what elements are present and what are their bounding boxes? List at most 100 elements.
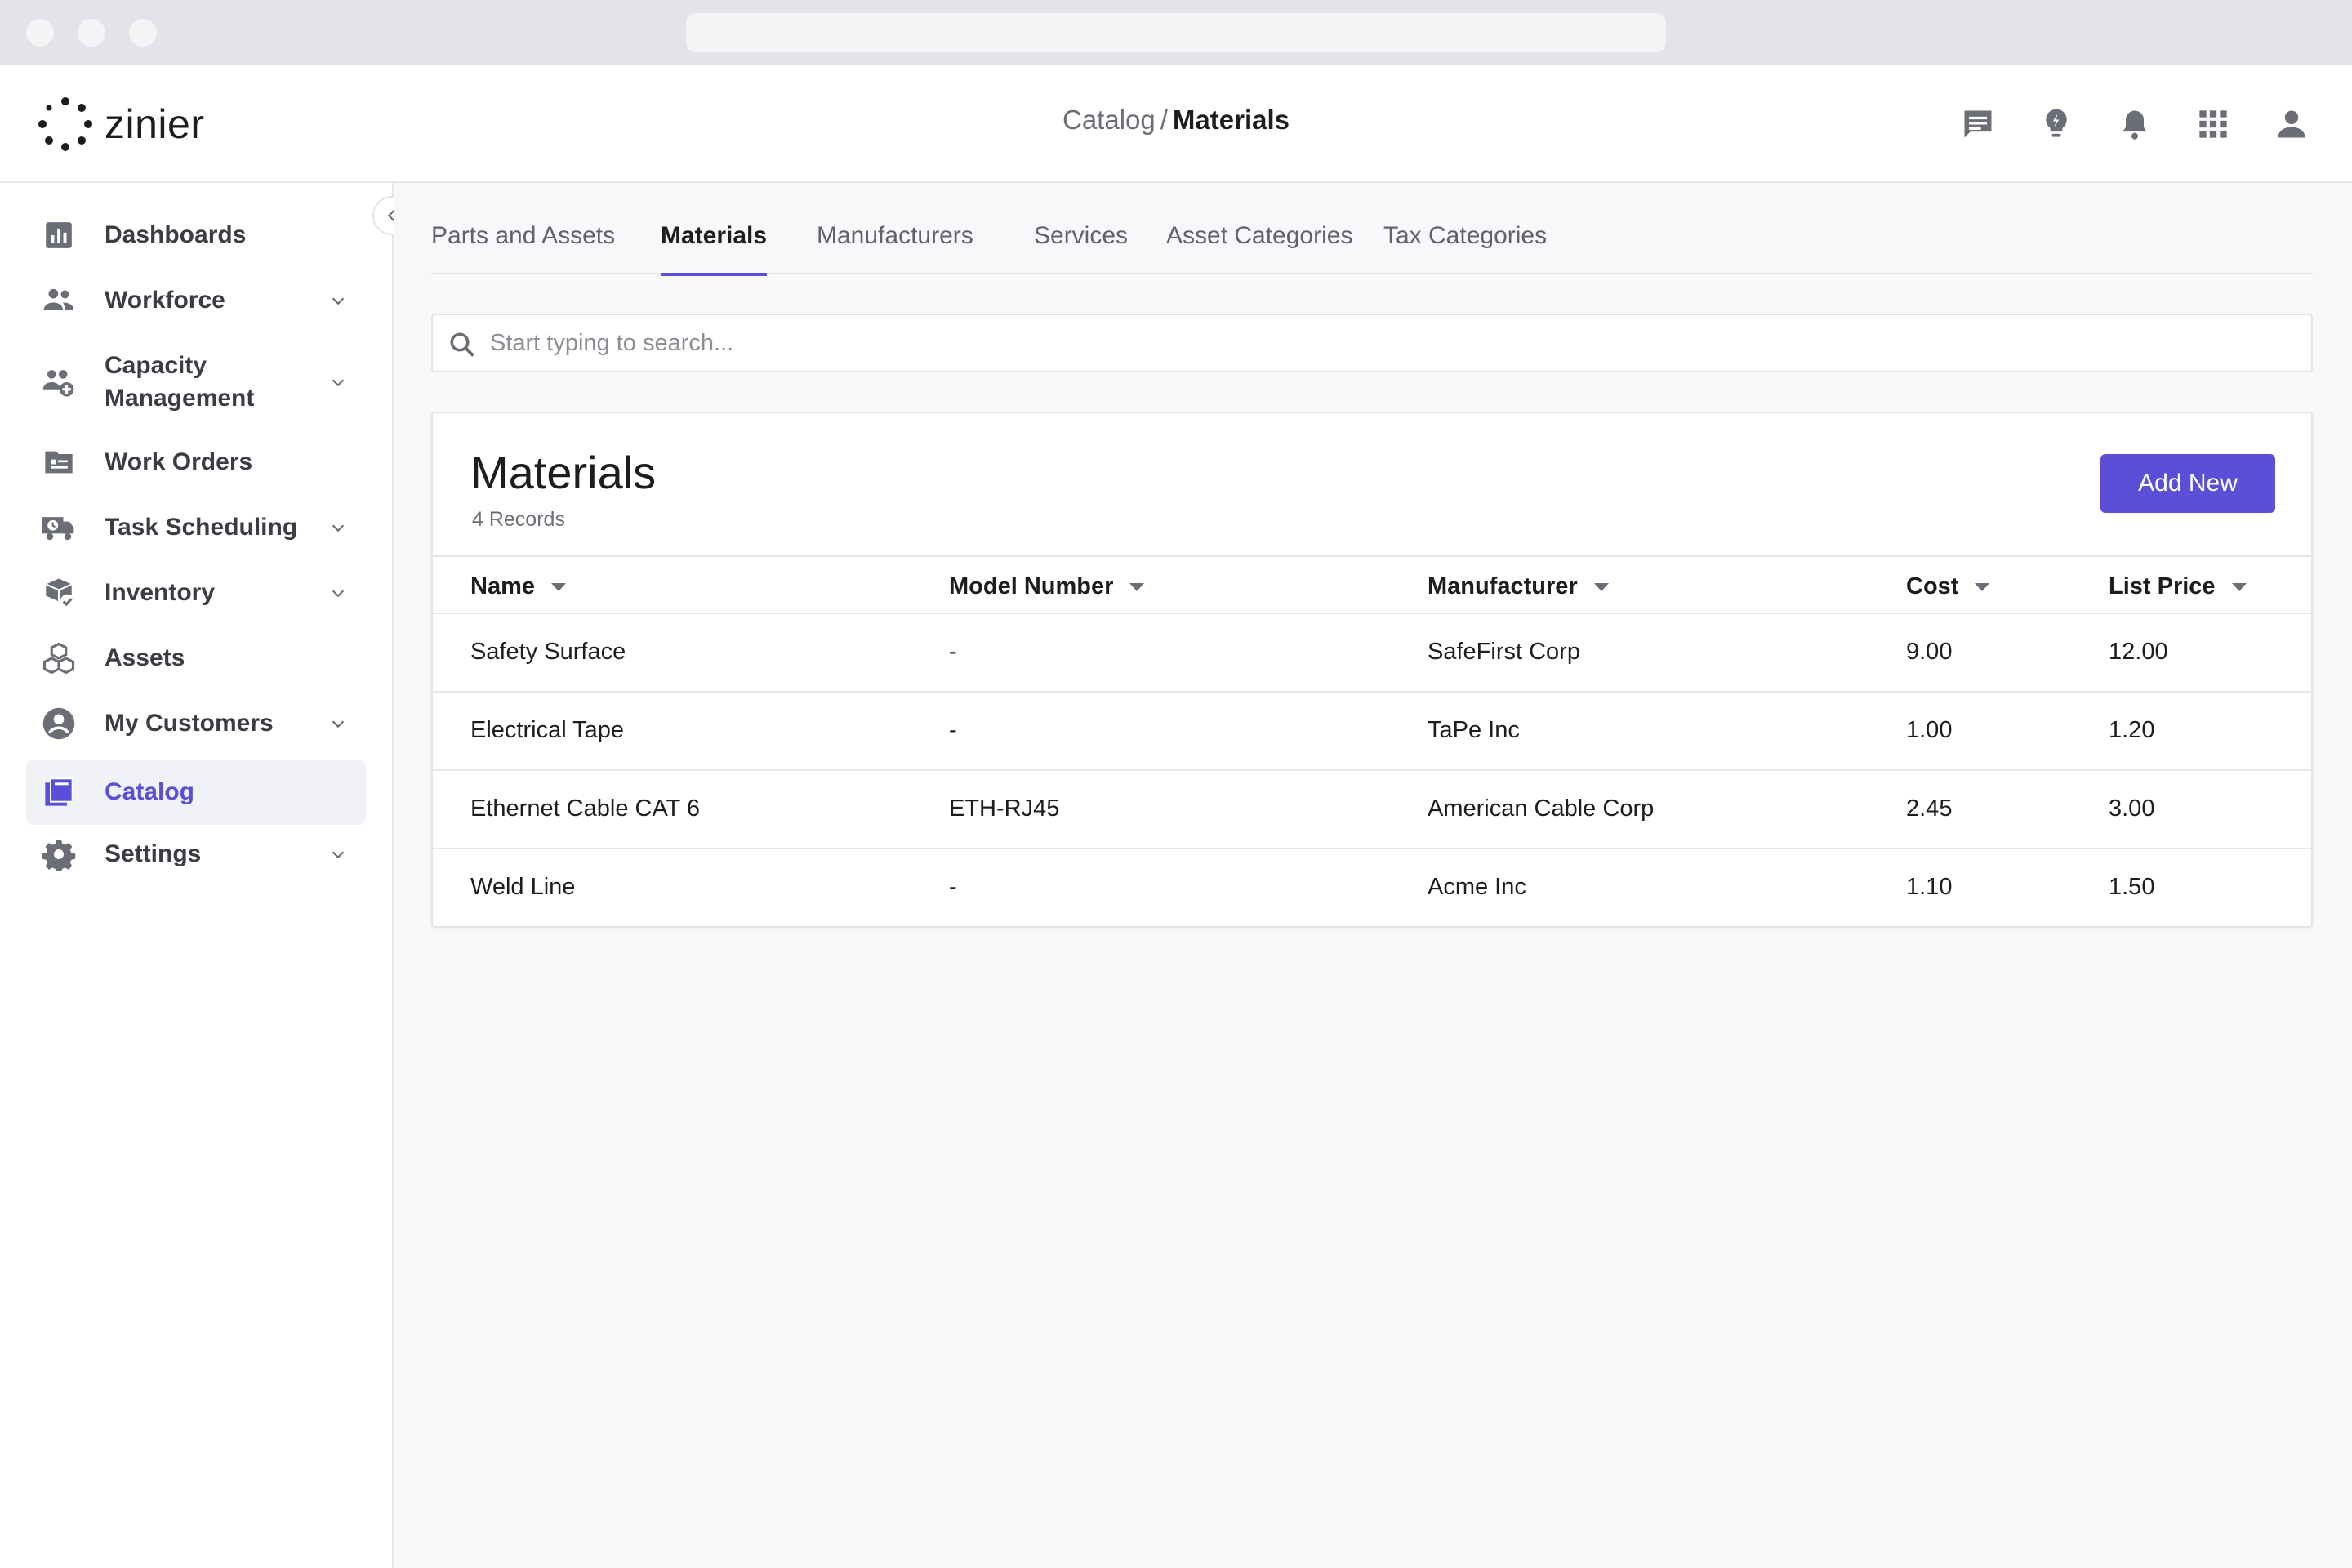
sidebar-item-label: Dashboards xyxy=(105,221,247,248)
column-header-label: Cost xyxy=(1906,573,1959,599)
table-row[interactable]: Safety Surface - SafeFirst Corp 9.00 12.… xyxy=(433,614,2311,693)
table-row[interactable]: Weld Line - Acme Inc 1.10 1.50 xyxy=(433,849,2311,928)
cell-cost: 1.00 xyxy=(1906,717,1953,743)
sidebar-item-catalog[interactable]: Catalog xyxy=(26,760,366,825)
card-title: Materials xyxy=(470,447,657,498)
tab-manufacturers[interactable]: Manufacturers xyxy=(817,222,973,274)
sort-down-icon xyxy=(1593,582,1609,591)
cell-list-price: 3.00 xyxy=(2109,795,2155,822)
cell-list-price: 1.50 xyxy=(2109,874,2155,900)
sidebar-item-my-customers[interactable]: My Customers xyxy=(26,697,366,750)
cell-cost: 1.10 xyxy=(1906,874,1953,900)
chevron-down-icon[interactable] xyxy=(327,289,350,312)
breadcrumb-parent[interactable]: Catalog xyxy=(1062,105,1156,135)
apps-grid-icon[interactable] xyxy=(2192,103,2234,145)
column-header-label: Manufacturer xyxy=(1428,573,1578,599)
cell-name: Weld Line xyxy=(470,874,576,900)
tab-services[interactable]: Services xyxy=(1034,222,1128,274)
tab-parts-and-assets[interactable]: Parts and Assets xyxy=(431,222,615,274)
column-header-label: List Price xyxy=(2109,573,2216,599)
sidebar-item-label: Catalog xyxy=(105,778,195,805)
search-bar xyxy=(431,314,2313,372)
column-header-name[interactable]: Name xyxy=(470,573,566,600)
sort-down-icon xyxy=(2231,582,2247,591)
sidebar-item-dashboards[interactable]: Dashboards xyxy=(26,209,366,261)
column-header-manufacturer[interactable]: Manufacturer xyxy=(1428,573,1609,600)
chevron-down-icon[interactable] xyxy=(327,712,350,735)
sidebar-item-assets[interactable]: Assets xyxy=(26,632,366,684)
sidebar: Dashboards Workforce Capacity Management… xyxy=(0,183,394,1568)
user-icon[interactable] xyxy=(2270,103,2313,145)
sort-down-icon xyxy=(1975,582,1990,591)
add-new-button[interactable]: Add New xyxy=(2100,454,2275,513)
sidebar-item-work-orders[interactable]: Work Orders xyxy=(26,436,366,488)
people-icon xyxy=(41,283,77,318)
search-input[interactable] xyxy=(490,315,2287,371)
tab-tax-categories[interactable]: Tax Categories xyxy=(1383,222,1547,274)
bell-icon[interactable] xyxy=(2114,103,2156,145)
browser-chrome xyxy=(0,0,2352,65)
cell-name: Electrical Tape xyxy=(470,717,625,743)
sidebar-item-label: Work Orders xyxy=(105,448,253,475)
gear-icon xyxy=(41,836,77,872)
tab-asset-categories[interactable]: Asset Categories xyxy=(1166,222,1352,274)
sidebar-item-label: Settings xyxy=(105,840,202,867)
sort-down-icon xyxy=(551,582,566,591)
column-header-label: Name xyxy=(470,573,535,599)
chevron-down-icon[interactable] xyxy=(327,371,350,394)
cubes-icon xyxy=(41,640,77,676)
window-close-dot[interactable] xyxy=(26,19,54,47)
bar-chart-icon xyxy=(41,217,77,253)
sidebar-item-settings[interactable]: Settings xyxy=(26,828,366,880)
breadcrumb: Catalog / Materials xyxy=(0,105,2352,136)
table-header: Name Model Number Manufacturer Cost List… xyxy=(433,555,2311,614)
window-minimize-dot[interactable] xyxy=(78,19,105,47)
cell-cost: 9.00 xyxy=(1906,639,1953,665)
cell-manufacturer: Acme Inc xyxy=(1428,874,1526,900)
materials-table: Name Model Number Manufacturer Cost List… xyxy=(433,555,2311,928)
sidebar-item-label: Workforce xyxy=(105,287,225,314)
cell-model-number: ETH-RJ45 xyxy=(949,795,1060,822)
sidebar-item-label: Capacity Management xyxy=(105,352,255,412)
account-circle-icon xyxy=(41,706,77,742)
table-row[interactable]: Electrical Tape - TaPe Inc 1.00 1.20 xyxy=(433,693,2311,771)
sort-down-icon xyxy=(1129,582,1145,591)
people-add-icon xyxy=(41,364,77,400)
sidebar-item-label: Inventory xyxy=(105,579,216,606)
chevron-down-icon[interactable] xyxy=(327,843,350,866)
column-header-label: Model Number xyxy=(949,573,1114,599)
address-bar[interactable] xyxy=(686,13,1666,52)
cell-cost: 2.45 xyxy=(1906,795,1953,822)
chat-icon[interactable] xyxy=(1957,103,1999,145)
sidebar-item-task-scheduling[interactable]: Task Scheduling xyxy=(26,501,366,554)
sidebar-item-capacity-management[interactable]: Capacity Management xyxy=(26,340,366,425)
chevron-down-icon[interactable] xyxy=(327,581,350,604)
lightbulb-icon[interactable] xyxy=(2035,103,2078,145)
search-icon xyxy=(450,332,474,357)
breadcrumb-separator: / xyxy=(1160,105,1168,135)
cell-manufacturer: SafeFirst Corp xyxy=(1428,639,1580,665)
folder-list-icon xyxy=(41,444,77,480)
book-icon xyxy=(41,774,77,810)
column-header-cost[interactable]: Cost xyxy=(1906,573,1990,600)
cell-model-number: - xyxy=(949,717,957,743)
column-header-list-price[interactable]: List Price xyxy=(2109,573,2247,600)
window-maximize-dot[interactable] xyxy=(129,19,157,47)
tab-materials[interactable]: Materials xyxy=(661,222,768,276)
table-row[interactable]: Ethernet Cable CAT 6 ETH-RJ45 American C… xyxy=(433,771,2311,849)
app-header: zinier Catalog / Materials xyxy=(0,65,2352,183)
sidebar-item-label: Assets xyxy=(105,644,185,671)
sidebar-item-inventory[interactable]: Inventory xyxy=(26,567,366,619)
tab-bar: Parts and Assets Materials Manufacturers… xyxy=(431,183,2313,276)
sidebar-item-label: My Customers xyxy=(105,710,274,737)
materials-card: Materials 4 Records Add New Name Model N… xyxy=(431,412,2313,928)
cell-list-price: 1.20 xyxy=(2109,717,2155,743)
cell-manufacturer: TaPe Inc xyxy=(1428,717,1520,743)
chevron-down-icon[interactable] xyxy=(327,516,350,539)
column-header-model-number[interactable]: Model Number xyxy=(949,573,1145,600)
cell-model-number: - xyxy=(949,639,957,665)
cell-name: Ethernet Cable CAT 6 xyxy=(470,795,701,822)
sidebar-item-workforce[interactable]: Workforce xyxy=(26,274,366,327)
truck-clock-icon xyxy=(41,510,77,546)
cell-model-number: - xyxy=(949,874,957,900)
